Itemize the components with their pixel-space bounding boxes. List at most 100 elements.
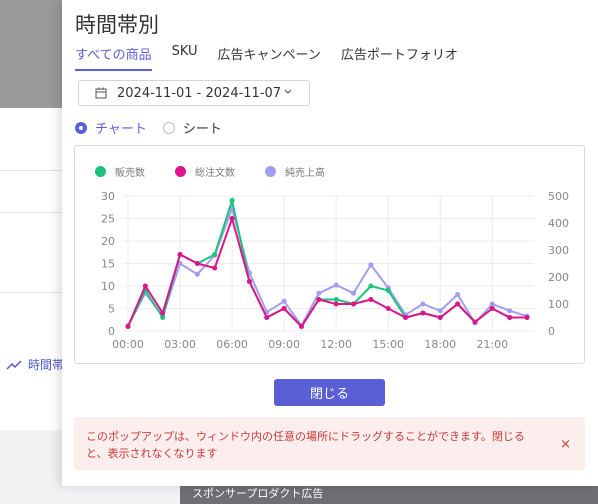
data-point (385, 306, 391, 311)
y-right-tick-label: 0 (548, 325, 555, 338)
data-point (333, 282, 339, 288)
data-point (385, 288, 391, 293)
data-point (455, 301, 461, 307)
tab-all-products[interactable]: すべての商品 (75, 44, 152, 71)
data-point (177, 252, 183, 257)
data-point (125, 324, 131, 329)
data-point (507, 308, 513, 314)
hourly-popup[interactable]: 時間帯別 すべての商品 SKU 広告キャンペーン 広告ポートフォリオ 2024-… (62, 0, 598, 486)
notice-text: このポップアップは、ウィンドウ内の任意の場所にドラッグすることができます。閉じる… (86, 430, 525, 460)
y-right-tick-label: 500 (548, 190, 569, 203)
y-right-tick-label: 300 (548, 244, 569, 257)
series-line (127, 204, 528, 328)
hourly-link[interactable]: 時間帯 (6, 356, 64, 373)
close-icon[interactable]: × (560, 436, 571, 453)
hourly-chart: 0 5 10 15 20 25 30 0 100 200 300 400 500 00:00 03:00 06… (74, 145, 585, 364)
data-point (524, 315, 530, 320)
data-point (212, 252, 218, 257)
data-point (351, 301, 357, 307)
x-tick-label: 00:00 (112, 338, 144, 351)
data-point (489, 301, 495, 307)
data-point (212, 265, 218, 271)
data-point (160, 315, 166, 320)
data-point (368, 262, 374, 268)
view-toggle: チャート シート (75, 118, 238, 137)
data-point (333, 297, 339, 302)
data-point (264, 315, 270, 320)
data-point (246, 279, 252, 284)
data-point (142, 283, 148, 289)
data-point (316, 297, 322, 302)
data-point (420, 310, 426, 316)
date-range-value: 2024-11-01 - 2024-11-07 (117, 85, 282, 101)
y-right-tick-label: 100 (548, 298, 569, 311)
data-point (281, 306, 287, 311)
tab-ad-campaign[interactable]: 広告キャンペーン (218, 44, 321, 71)
legend-label: 総注文数 (195, 168, 235, 179)
data-point (455, 292, 461, 298)
data-point (403, 315, 409, 320)
popup-title: 時間帯別 (75, 13, 159, 37)
data-point (507, 315, 513, 320)
x-tick-label: 21:00 (476, 338, 508, 351)
data-point (281, 298, 287, 304)
data-point (437, 315, 443, 320)
tab-bar: すべての商品 SKU 広告キャンペーン 広告ポートフォリオ (75, 44, 478, 71)
legend-item-units-sold[interactable]: 販売数 (95, 164, 145, 179)
trend-icon (6, 359, 22, 370)
y-left-tick-label: 25 (101, 213, 115, 226)
data-point (229, 216, 235, 221)
data-point (194, 261, 200, 266)
drag-notice: このポップアップは、ウィンドウ内の任意の場所にドラッグすることができます。閉じる… (74, 417, 585, 470)
radio-unchecked-icon (162, 121, 175, 134)
data-point (160, 310, 166, 316)
data-point (437, 308, 443, 314)
y-left-tick-label: 10 (101, 280, 115, 293)
x-tick-label: 06:00 (216, 338, 248, 351)
data-point (298, 324, 304, 329)
data-point (351, 290, 357, 296)
y-left-tick-label: 0 (108, 325, 115, 338)
legend-marker (175, 166, 186, 177)
legend-marker (265, 166, 276, 177)
data-point (489, 306, 495, 311)
data-point (333, 301, 339, 307)
date-range-picker[interactable]: 2024-11-01 - 2024-11-07 (78, 80, 310, 106)
legend-label: 販売数 (115, 168, 145, 179)
tab-ad-portfolio[interactable]: 広告ポートフォリオ (341, 44, 458, 71)
x-tick-label: 18:00 (424, 338, 456, 351)
background-panel (0, 0, 62, 108)
chart-legend: 販売数 総注文数 純売上高 (95, 164, 355, 179)
data-point (194, 271, 200, 277)
x-tick-label: 15:00 (372, 338, 404, 351)
table-header: スポンサープロダクト広告 (180, 484, 598, 504)
radio-checked-icon (75, 121, 87, 134)
close-button[interactable]: 閉じる (274, 379, 385, 406)
x-tick-label: 09:00 (268, 338, 300, 351)
data-point (229, 198, 235, 203)
data-point (420, 301, 426, 307)
y-right-tick-label: 200 (548, 271, 569, 284)
radio-chart-label: チャート (95, 122, 147, 137)
legend-label: 純売上高 (285, 168, 325, 179)
y-right-tick-label: 400 (548, 217, 569, 230)
table-header-label: スポンサープロダクト広告 (192, 487, 324, 500)
divider (0, 292, 62, 293)
legend-item-total-orders[interactable]: 総注文数 (175, 164, 235, 179)
radio-chart[interactable]: チャート (75, 118, 147, 137)
legend-item-net-sales[interactable]: 純売上高 (265, 164, 325, 179)
calendar-icon (95, 87, 107, 99)
data-point (368, 297, 374, 302)
radio-sheet[interactable]: シート (162, 118, 222, 137)
hourly-link-label: 時間帯 (28, 358, 65, 372)
y-left-tick-label: 15 (101, 258, 115, 271)
tab-sku[interactable]: SKU (172, 44, 198, 71)
data-point (368, 283, 374, 289)
x-tick-label: 12:00 (320, 338, 352, 351)
x-tick-label: 03:00 (164, 338, 196, 351)
y-left-tick-label: 20 (101, 235, 115, 248)
legend-marker (95, 166, 106, 177)
divider (0, 170, 62, 171)
data-point (472, 319, 478, 325)
data-point (316, 290, 322, 296)
